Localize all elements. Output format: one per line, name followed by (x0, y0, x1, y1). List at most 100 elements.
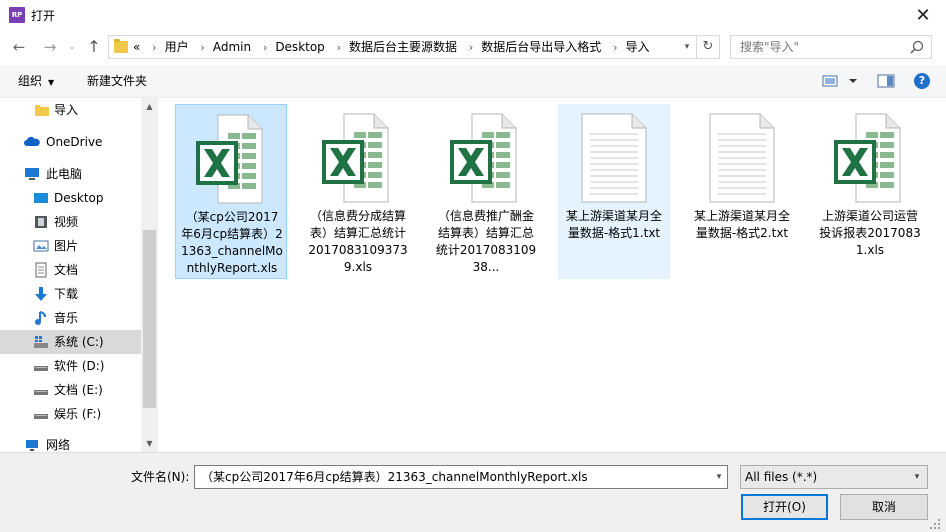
documents-icon (35, 262, 47, 278)
sidebar-item-label: 下载 (54, 287, 79, 301)
video-icon (35, 216, 47, 228)
resize-grip-icon[interactable] (928, 517, 942, 531)
breadcrumb-item[interactable]: 用户 (165, 40, 189, 54)
address-bar[interactable]: « › 用户 › Admin › Desktop › 数据后台主要源数据 › 数据后台导出… (108, 35, 697, 59)
sidebar-item-this-pc[interactable]: 此电脑 (0, 162, 141, 186)
sidebar-item-label: 视频 (54, 215, 79, 229)
breadcrumb-separator[interactable]: › (337, 41, 341, 54)
cancel-button[interactable]: 取消 (840, 494, 928, 520)
dialog-footer: 文件名(N): （某cp公司2017年6月cp结算表）21363_channel… (0, 452, 946, 532)
breadcrumb-separator[interactable]: › (200, 41, 204, 54)
up-button[interactable]: ↑ (84, 37, 104, 57)
sidebar-item-documents[interactable]: 文档 (0, 258, 141, 282)
window-title: 打开 (31, 9, 56, 23)
sidebar-item-desktop[interactable]: Desktop (0, 186, 141, 210)
breadcrumb-item[interactable]: 数据后台导出导入格式 (481, 40, 601, 54)
chevron-down-icon: ▼ (48, 78, 55, 87)
folder-icon (35, 105, 49, 116)
scroll-thumb[interactable] (143, 230, 156, 408)
excel-file-icon (322, 113, 389, 203)
network-icon (26, 440, 38, 451)
breadcrumb-item[interactable]: Desktop (275, 40, 325, 54)
file-list: （某cp公司2017年6月cp结算表）21363_channelMonthlyR… (158, 98, 946, 452)
sidebar-item-label: 娱乐 (F:) (54, 407, 102, 421)
excel-file-icon (834, 113, 901, 203)
organize-button[interactable]: 组织 ▼ (18, 73, 54, 91)
download-icon (35, 287, 47, 301)
refresh-button[interactable]: ↻ (697, 35, 720, 59)
scroll-down-button[interactable]: ▼ (141, 435, 158, 452)
filename-input[interactable]: （某cp公司2017年6月cp结算表）21363_channelMonthlyR… (194, 465, 728, 489)
file-name: （信息费分成结算表）结算汇总统计20170831093739.xls (308, 209, 408, 274)
sidebar-item-downloads[interactable]: 下载 (0, 282, 141, 306)
file-item[interactable]: （信息费推广酬金结算表）结算汇总统计201708310938... (430, 104, 542, 279)
preview-pane-icon[interactable] (877, 73, 895, 89)
file-name: 某上游渠道某月全量数据-格式2.txt (693, 209, 790, 240)
sidebar-item-onedrive[interactable]: OneDrive (0, 130, 141, 154)
breadcrumb-item[interactable]: 数据后台主要源数据 (349, 40, 457, 54)
file-name: （信息费推广酬金结算表）结算汇总统计201708310938... (435, 209, 537, 274)
cloud-icon (24, 136, 40, 146)
navigation-bar: ← → ⌄ ↑ « › 用户 › Admin › Desktop › 数据后台主要源数据… (0, 32, 946, 62)
title-bar: RP 打开 ✕ (0, 0, 946, 32)
sidebar-item-label: 此电脑 (46, 167, 83, 181)
sidebar-item-label: OneDrive (46, 135, 103, 149)
breadcrumb-item[interactable]: Admin (213, 40, 251, 54)
text-file-icon (581, 113, 647, 203)
breadcrumb-separator[interactable]: › (613, 41, 617, 54)
sidebar-item-import[interactable]: 导入 (0, 98, 141, 122)
file-item[interactable]: 某上游渠道某月全量数据-格式1.txt (558, 104, 670, 279)
sidebar-item-pictures[interactable]: 图片 (0, 234, 141, 258)
pictures-icon (33, 240, 49, 252)
sidebar-item-label: 图片 (54, 239, 79, 253)
file-name: 上游渠道公司运营投诉报表20170831.xls (819, 209, 921, 257)
sidebar-item-system-c[interactable]: 系统 (C:) (0, 330, 141, 354)
search-icon (910, 40, 924, 54)
scroll-up-button[interactable]: ▲ (141, 98, 158, 115)
help-button[interactable]: ? (914, 73, 930, 89)
recent-locations-button[interactable]: ⌄ (62, 37, 82, 57)
change-view-icon[interactable] (822, 73, 862, 89)
new-folder-button[interactable]: 新建文件夹 (87, 73, 147, 89)
search-input[interactable]: 搜索"导入" (730, 35, 932, 59)
text-file-icon (709, 113, 775, 203)
forward-button[interactable]: → (40, 37, 60, 57)
sidebar-item-label: 软件 (D:) (54, 359, 105, 373)
chevron-down-icon[interactable]: ▾ (678, 36, 696, 58)
open-button[interactable]: 打开(O) (741, 494, 828, 520)
breadcrumb-separator[interactable]: › (469, 41, 473, 54)
excel-file-icon (196, 114, 263, 204)
filename-label: 文件名(N): (131, 470, 190, 484)
breadcrumb-overflow[interactable]: « (133, 40, 140, 54)
sidebar-item-label: 文档 (54, 263, 79, 277)
desktop-icon (34, 193, 48, 203)
scrollbar[interactable]: ▲ ▼ (141, 98, 158, 452)
chevron-down-icon[interactable]: ▾ (710, 465, 728, 489)
file-type-select[interactable]: All files (*.*) ▾ (740, 465, 928, 489)
folder-icon (114, 39, 128, 53)
breadcrumb-item[interactable]: 导入 (626, 40, 650, 54)
file-item[interactable]: 上游渠道公司运营投诉报表20170831.xls (814, 104, 926, 279)
file-item[interactable]: （某cp公司2017年6月cp结算表）21363_channelMonthlyR… (175, 104, 287, 279)
sidebar-item-software-d[interactable]: 软件 (D:) (0, 354, 141, 378)
sidebar-item-label: 文档 (E:) (54, 383, 103, 397)
breadcrumb: « › 用户 › Admin › Desktop › 数据后台主要源数据 › 数据后台导出… (133, 36, 650, 58)
file-name: （某cp公司2017年6月cp结算表）21363_channelMonthlyR… (181, 210, 283, 275)
computer-icon (25, 168, 39, 180)
file-type-value: All files (*.*) (745, 470, 818, 484)
sidebar-item-docs-e[interactable]: 文档 (E:) (0, 378, 141, 402)
file-item[interactable]: 某上游渠道某月全量数据-格式2.txt (686, 104, 798, 279)
close-button[interactable]: ✕ (900, 0, 946, 32)
sidebar-item-music[interactable]: 音乐 (0, 306, 141, 330)
drive-icon (34, 390, 48, 395)
sidebar-item-label: 系统 (C:) (54, 335, 104, 349)
breadcrumb-separator[interactable]: › (152, 41, 156, 54)
file-item[interactable]: （信息费分成结算表）结算汇总统计20170831093739.xls (302, 104, 414, 279)
back-button[interactable]: ← (9, 37, 29, 57)
drive-icon (34, 414, 48, 419)
sidebar-item-label: 音乐 (54, 311, 79, 325)
sidebar-item-entertainment-f[interactable]: 娱乐 (F:) (0, 402, 141, 426)
chevron-down-icon: ▾ (914, 472, 920, 482)
sidebar-item-videos[interactable]: 视频 (0, 210, 141, 234)
breadcrumb-separator[interactable]: › (263, 41, 267, 54)
